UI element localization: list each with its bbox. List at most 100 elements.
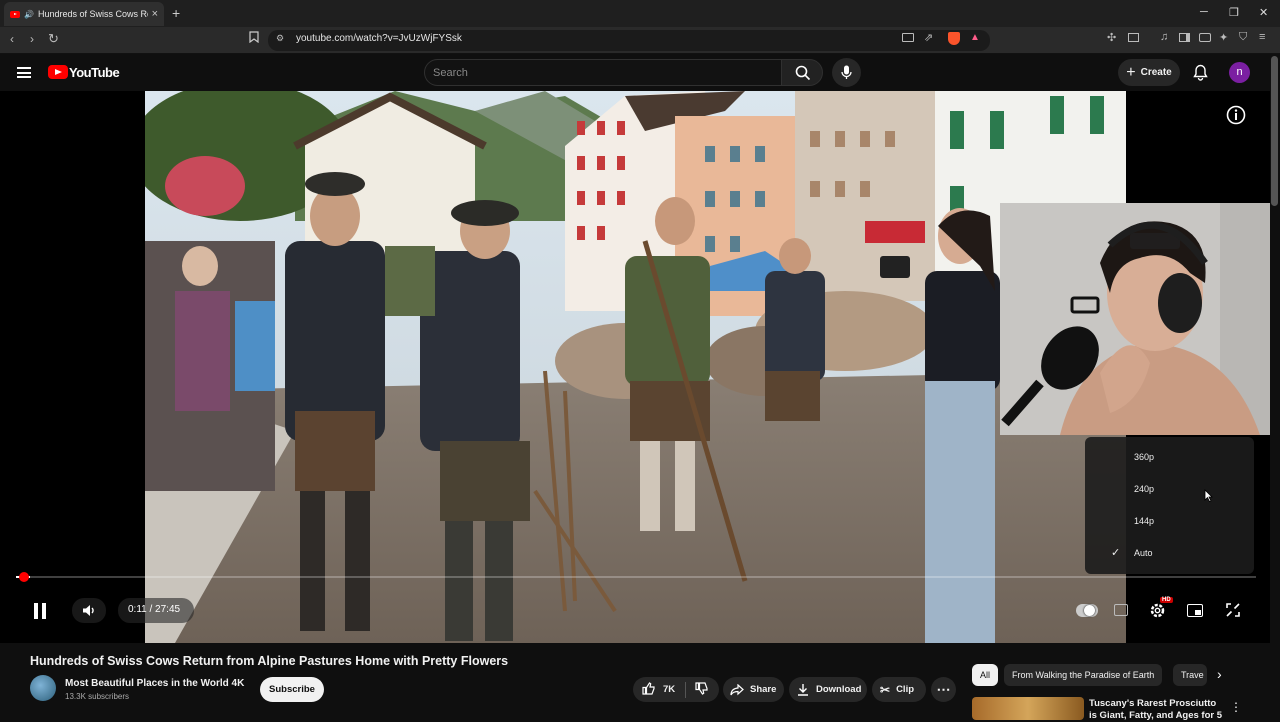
info-icon[interactable] [1226,105,1246,130]
tab-title: Hundreds of Swiss Cows Retu [37,9,148,19]
share-page-icon[interactable]: ⇗ [924,31,933,44]
search-button[interactable] [781,59,823,86]
video-title: Hundreds of Swiss Cows Return from Alpin… [30,654,509,668]
autoplay-toggle[interactable] [1076,604,1098,617]
youtube-favicon-icon [10,10,20,18]
youtube-logo-text[interactable]: YouTube [69,65,120,80]
create-button[interactable]: + Create [1118,59,1180,86]
channel-name[interactable]: Most Beautiful Places in the World 4K [65,678,244,689]
restore-icon[interactable]: ❐ [1229,6,1239,19]
miniplayer-icon[interactable] [1187,604,1203,617]
dislike-button[interactable] [695,681,708,698]
browser-tab[interactable]: 🔊 Hundreds of Swiss Cows Retu × [4,2,164,26]
quality-option[interactable]: 240p [1134,484,1154,494]
account-avatar[interactable]: n [1229,62,1250,83]
webcam-person-illustration [1000,203,1270,435]
browser-address-bar [0,27,1280,54]
subtitles-icon[interactable] [1114,604,1128,616]
thumbs-down-icon [695,681,708,695]
plus-icon: + [1126,63,1136,81]
quality-option-selected[interactable]: Auto [1134,548,1153,558]
browser-tab-bar: 🔊 Hundreds of Swiss Cows Retu × + ─ ❐ ✕ [0,0,1280,27]
screenshot-icon[interactable] [1128,33,1139,42]
brave-rewards-icon[interactable]: ▲ [970,32,980,43]
minimize-icon[interactable]: ─ [1200,6,1208,18]
microphone-icon [841,65,852,79]
notifications-bell-icon[interactable] [1193,64,1208,86]
mouse-cursor-icon [1204,489,1213,507]
music-icon[interactable]: ♫ [1160,31,1168,43]
video-scene-illustration [145,91,1126,643]
clip-label: Clip [896,684,915,695]
back-icon[interactable]: ‹ [10,32,14,46]
more-horizontal-icon: ⋯ [936,681,951,697]
clip-button[interactable]: ✂ Clip [872,677,926,702]
page-scrollbar[interactable] [1271,56,1278,206]
download-button[interactable]: Download [789,677,867,702]
more-actions-button[interactable]: ⋯ [931,677,956,702]
wallet-icon[interactable] [1199,33,1211,42]
pause-icon [34,603,46,619]
webcam-overlay [1000,203,1270,435]
forward-icon[interactable]: › [30,32,34,46]
download-label: Download [816,684,862,695]
chevron-right-icon[interactable]: › [1217,666,1222,682]
brave-shield-icon[interactable] [948,32,960,45]
vpn-icon[interactable]: ⛉ [1239,31,1247,44]
extensions-icon[interactable]: ✣ [1107,31,1116,44]
download-icon [798,684,808,696]
thumbs-up-icon [642,681,655,695]
close-window-icon[interactable]: ✕ [1259,6,1268,19]
site-info-icon[interactable]: ⚙ [276,33,284,44]
url-text: youtube.com/watch?v=JvUzWjFYSsk [296,33,462,44]
voice-search-button[interactable] [832,58,861,87]
share-label: Share [750,684,777,695]
channel-avatar[interactable] [30,675,56,701]
pause-button[interactable] [32,602,48,625]
search-icon [795,65,811,81]
quality-option[interactable]: 360p [1134,452,1154,462]
volume-icon [83,605,94,616]
share-icon [730,683,744,695]
speaker-icon[interactable]: 🔊 [24,10,34,19]
bookmark-icon[interactable] [249,31,259,46]
video-frame [145,91,1126,643]
cast-icon[interactable] [902,33,914,42]
chip-channel[interactable]: From Walking the Paradise of Earth [1004,664,1163,686]
like-button[interactable] [642,681,655,698]
new-tab-button[interactable]: + [172,5,180,21]
video-player[interactable] [0,91,1270,643]
hamburger-menu-icon[interactable] [17,67,31,78]
checkmark-icon: ✓ [1111,547,1121,559]
reload-icon[interactable]: ↻ [48,31,59,47]
fullscreen-icon [1226,603,1240,617]
volume-button[interactable] [72,598,106,623]
chip-travel[interactable]: Trave [1173,664,1207,686]
recommended-video-thumbnail[interactable] [972,697,1084,720]
more-vertical-icon[interactable]: ⋮ [1230,700,1242,714]
scissors-icon: ✂ [880,682,891,697]
close-tab-icon[interactable]: × [152,8,158,20]
hd-badge: HD [1160,597,1173,603]
share-button[interactable]: Share [723,677,784,702]
sidebar-icon[interactable] [1179,33,1190,42]
browser-menu-icon[interactable]: ≡ [1259,31,1265,43]
settings-button[interactable] [1149,602,1166,624]
youtube-logo-icon[interactable] [48,65,68,79]
time-display: 0:11 / 27:45 [128,604,181,615]
subscriber-count: 13.3K subscribers [65,692,130,701]
gear-icon [1150,603,1165,618]
recommended-video-title[interactable]: Tuscany's Rarest Prosciutto is Giant, Fa… [1089,698,1224,722]
create-label: Create [1140,67,1172,78]
fullscreen-button[interactable] [1226,603,1240,622]
chip-all[interactable]: All [972,664,999,686]
like-dislike-group: 7K [633,677,719,702]
subscribe-button[interactable]: Subscribe [260,677,324,702]
quality-option[interactable]: 144p [1134,516,1154,526]
progress-bar[interactable] [16,576,1256,578]
search-input[interactable] [433,65,763,81]
search-box[interactable] [424,59,782,86]
leo-ai-icon[interactable]: ✦ [1219,31,1228,44]
like-count: 7K [663,684,676,695]
divider [685,681,687,698]
